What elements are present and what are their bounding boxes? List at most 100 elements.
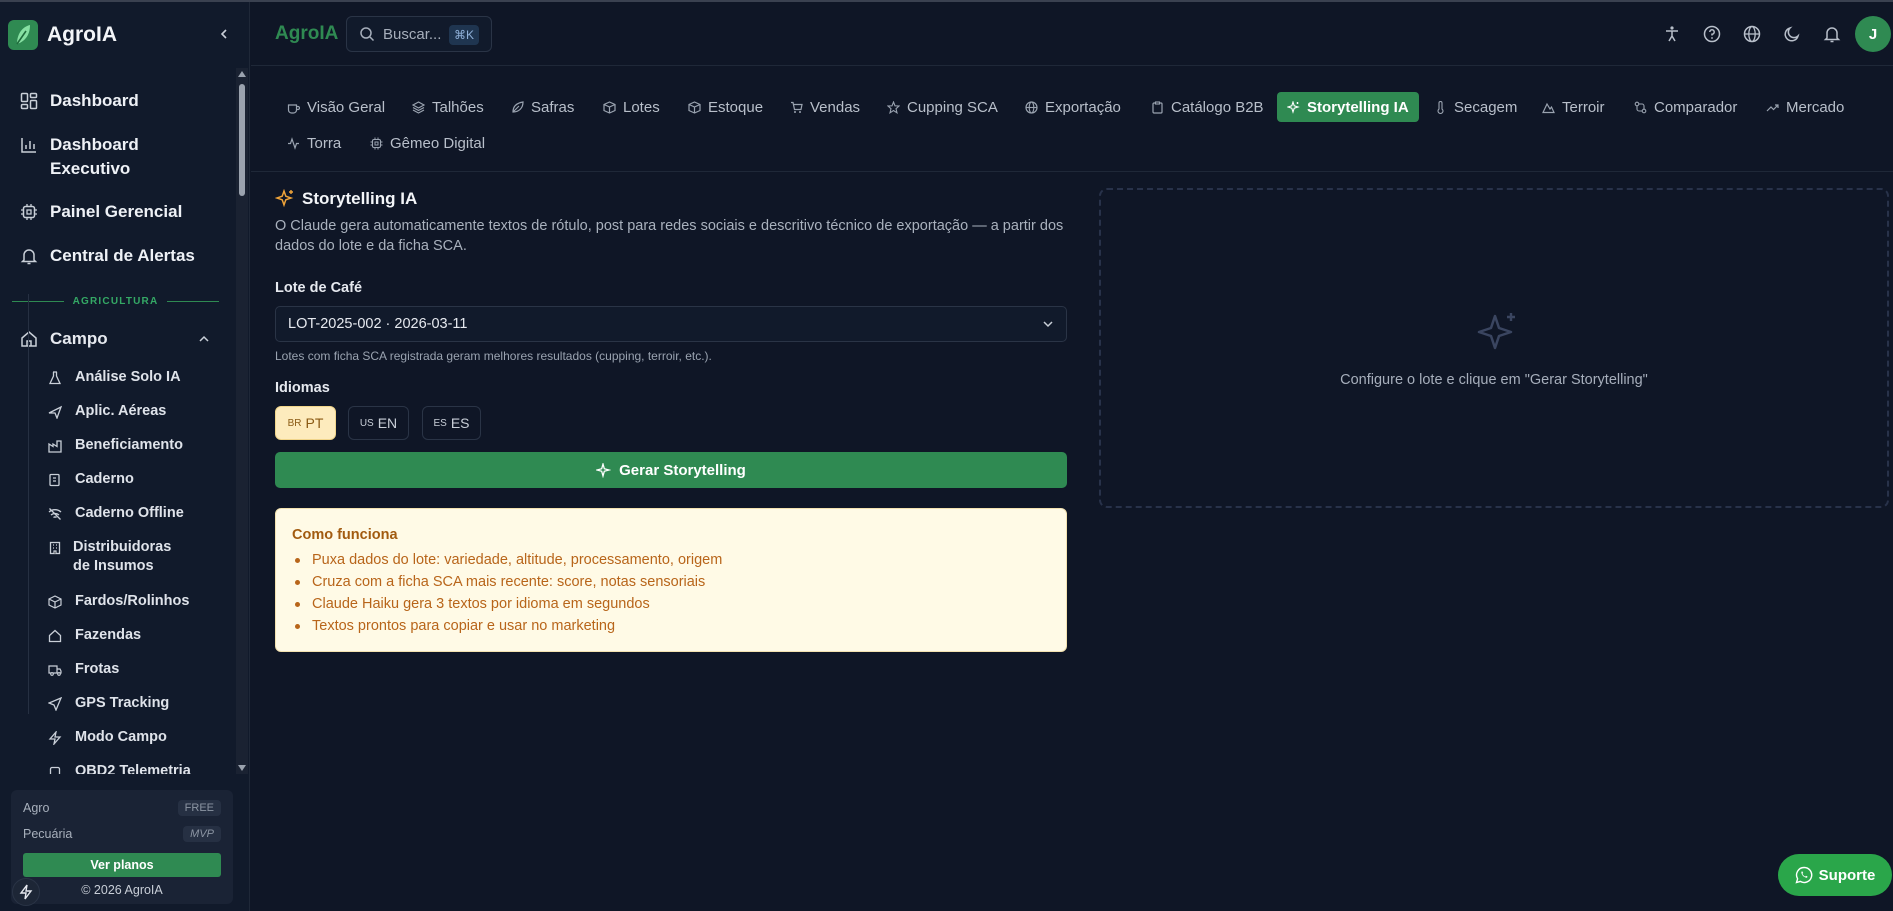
tab-exportacao[interactable]: Exportação (1015, 92, 1131, 122)
how-it-works-list: Puxa dados do lote: variedade, altitude,… (292, 549, 1050, 637)
sidebar-item-label: Dashboard Executivo (50, 135, 139, 178)
sidebar-item-label: OBD2 Telemetria (75, 763, 191, 774)
globe-icon (1025, 100, 1039, 114)
quick-action-button[interactable] (12, 878, 40, 906)
sidebar-item-label: Central de Alertas (50, 246, 195, 265)
navigation-icon (48, 694, 64, 713)
truck-icon (48, 660, 64, 679)
ver-planos-button[interactable]: Ver planos (23, 853, 221, 877)
tab-vendas[interactable]: Vendas (780, 92, 870, 122)
sidebar-item-frotas[interactable]: Frotas (48, 660, 119, 679)
sidebar-item-modo-campo[interactable]: Modo Campo (48, 728, 167, 747)
sidebar-item-dashboard[interactable]: Dashboard (20, 89, 139, 113)
tab-catalogo-b2b[interactable]: Catálogo B2B (1141, 92, 1274, 122)
tab-visao-geral[interactable]: Visão Geral (277, 92, 395, 122)
tab-estoque[interactable]: Estoque (678, 92, 773, 122)
tab-storytelling-ia[interactable]: Storytelling IA (1277, 92, 1419, 122)
sidebar-item-aplic-aereas[interactable]: Aplic. Aéreas (48, 402, 166, 421)
plane-icon (48, 402, 64, 421)
storytelling-title: Storytelling IA (275, 189, 417, 209)
tab-safras[interactable]: Safras (501, 92, 584, 122)
user-avatar[interactable]: J (1855, 16, 1891, 52)
cpu-icon (370, 137, 384, 150)
sidebar-item-obd2[interactable]: OBD2 Telemetria (48, 762, 191, 774)
package-icon (48, 592, 64, 611)
globe-icon[interactable] (1742, 24, 1762, 44)
language-toggle-es[interactable]: ES ES (422, 406, 481, 440)
sidebar-item-fardos[interactable]: Fardos/Rolinhos (48, 592, 189, 611)
sidebar-item-distribuidoras[interactable]: Distribuidoras de Insumos (48, 538, 188, 576)
sidebar-item-beneficiamento[interactable]: Beneficiamento (48, 436, 183, 455)
sidebar-group-label: Campo (50, 329, 108, 348)
list-item: Textos prontos para copiar e usar no mar… (292, 615, 1050, 637)
wifi-off-icon (48, 504, 64, 523)
flask-icon (48, 368, 64, 387)
sparkles-icon (275, 189, 295, 209)
sidebar-item-analise-solo[interactable]: Análise Solo IA (48, 368, 181, 387)
accessibility-icon[interactable] (1662, 24, 1682, 44)
home-icon (20, 330, 40, 348)
sidebar-item-gps-tracking[interactable]: GPS Tracking (48, 694, 169, 713)
sidebar-scrollbar[interactable] (236, 68, 248, 774)
leaf-logo-icon (8, 20, 38, 50)
leaf-icon (511, 100, 525, 114)
generate-storytelling-button[interactable]: Gerar Storytelling (275, 452, 1067, 488)
notifications-bell-icon[interactable] (1822, 24, 1842, 44)
top-header: AgroIA Buscar... ⌘K (251, 2, 1893, 66)
sidebar-group-campo[interactable]: Campo (20, 327, 210, 351)
sidebar-item-label: Beneficiamento (75, 437, 183, 453)
tab-terroir[interactable]: Terroir (1532, 92, 1615, 122)
building-icon (48, 538, 62, 557)
collapse-sidebar-button[interactable] (214, 24, 234, 44)
notebook-pen-icon (48, 470, 64, 489)
tab-gemeo-digital[interactable]: Gêmeo Digital (360, 128, 495, 158)
sidebar-item-central-alertas[interactable]: Central de Alertas (20, 244, 195, 268)
bar-chart-icon (20, 133, 40, 157)
search-icon (359, 26, 375, 42)
clipboard-icon (1151, 100, 1165, 114)
sidebar-item-label: Painel Gerencial (50, 202, 183, 221)
tab-mercado[interactable]: Mercado (1756, 92, 1854, 122)
sidebar-item-label: Dashboard (50, 91, 139, 110)
sidebar-item-label: Aplic. Aéreas (75, 403, 167, 419)
sparkles-icon (596, 462, 612, 478)
scrollbar-thumb[interactable] (239, 84, 245, 196)
tab-talhoes[interactable]: Talhões (402, 92, 494, 122)
scroll-down-arrow-icon[interactable] (238, 764, 246, 772)
sidebar-item-dashboard-executivo[interactable]: Dashboard Executivo (20, 133, 210, 181)
tab-secagem[interactable]: Secagem (1424, 92, 1527, 122)
support-button[interactable]: Suporte (1778, 854, 1892, 896)
sidebar-item-painel-gerencial[interactable]: Painel Gerencial (20, 200, 182, 224)
sidebar-item-caderno-offline[interactable]: Caderno Offline (48, 504, 184, 523)
plan-row-agro: Agro FREE (23, 800, 221, 816)
sparkles-icon (1287, 100, 1301, 114)
cart-icon (790, 101, 804, 114)
tab-cupping-sca[interactable]: Cupping SCA (877, 92, 1008, 122)
chevron-up-icon (198, 333, 210, 345)
plan-badge-mvp: MVP (183, 826, 221, 842)
sidebar-item-label: Distribuidoras de Insumos (73, 539, 172, 574)
idiomas-label: Idiomas (275, 380, 330, 396)
tab-lotes[interactable]: Lotes (593, 92, 670, 122)
section-label-agricultura: AGRICULTURA (12, 294, 220, 308)
sidebar-item-caderno[interactable]: Caderno (48, 470, 134, 489)
tab-torra[interactable]: Torra (277, 128, 351, 158)
help-icon[interactable] (1702, 24, 1722, 44)
storytelling-output-placeholder: Configure o lote e clique em "Gerar Stor… (1099, 188, 1889, 508)
plan-card: Agro FREE Pecuária MVP Ver planos © 2026… (11, 790, 233, 904)
tab-comparador[interactable]: Comparador (1624, 92, 1747, 122)
search-input[interactable]: Buscar... ⌘K (346, 16, 492, 52)
moon-icon[interactable] (1782, 24, 1802, 44)
mountain-icon (1542, 101, 1556, 114)
language-toggle-en[interactable]: US EN (348, 406, 409, 440)
app-name: AgroIA (47, 23, 117, 46)
scroll-up-arrow-icon[interactable] (238, 70, 246, 78)
brand[interactable]: AgroIA (8, 18, 117, 52)
sidebar-item-fazendas[interactable]: Fazendas (48, 626, 141, 645)
lote-select[interactable]: LOT-2025-002 · 2026-03-11 (275, 306, 1067, 342)
zap-icon (19, 884, 33, 900)
zap-icon (48, 728, 64, 747)
search-shortcut-badge: ⌘K (448, 25, 479, 45)
list-item: Claude Haiku gera 3 textos por idioma em… (292, 593, 1050, 615)
language-toggle-pt[interactable]: BR PT (275, 406, 336, 440)
